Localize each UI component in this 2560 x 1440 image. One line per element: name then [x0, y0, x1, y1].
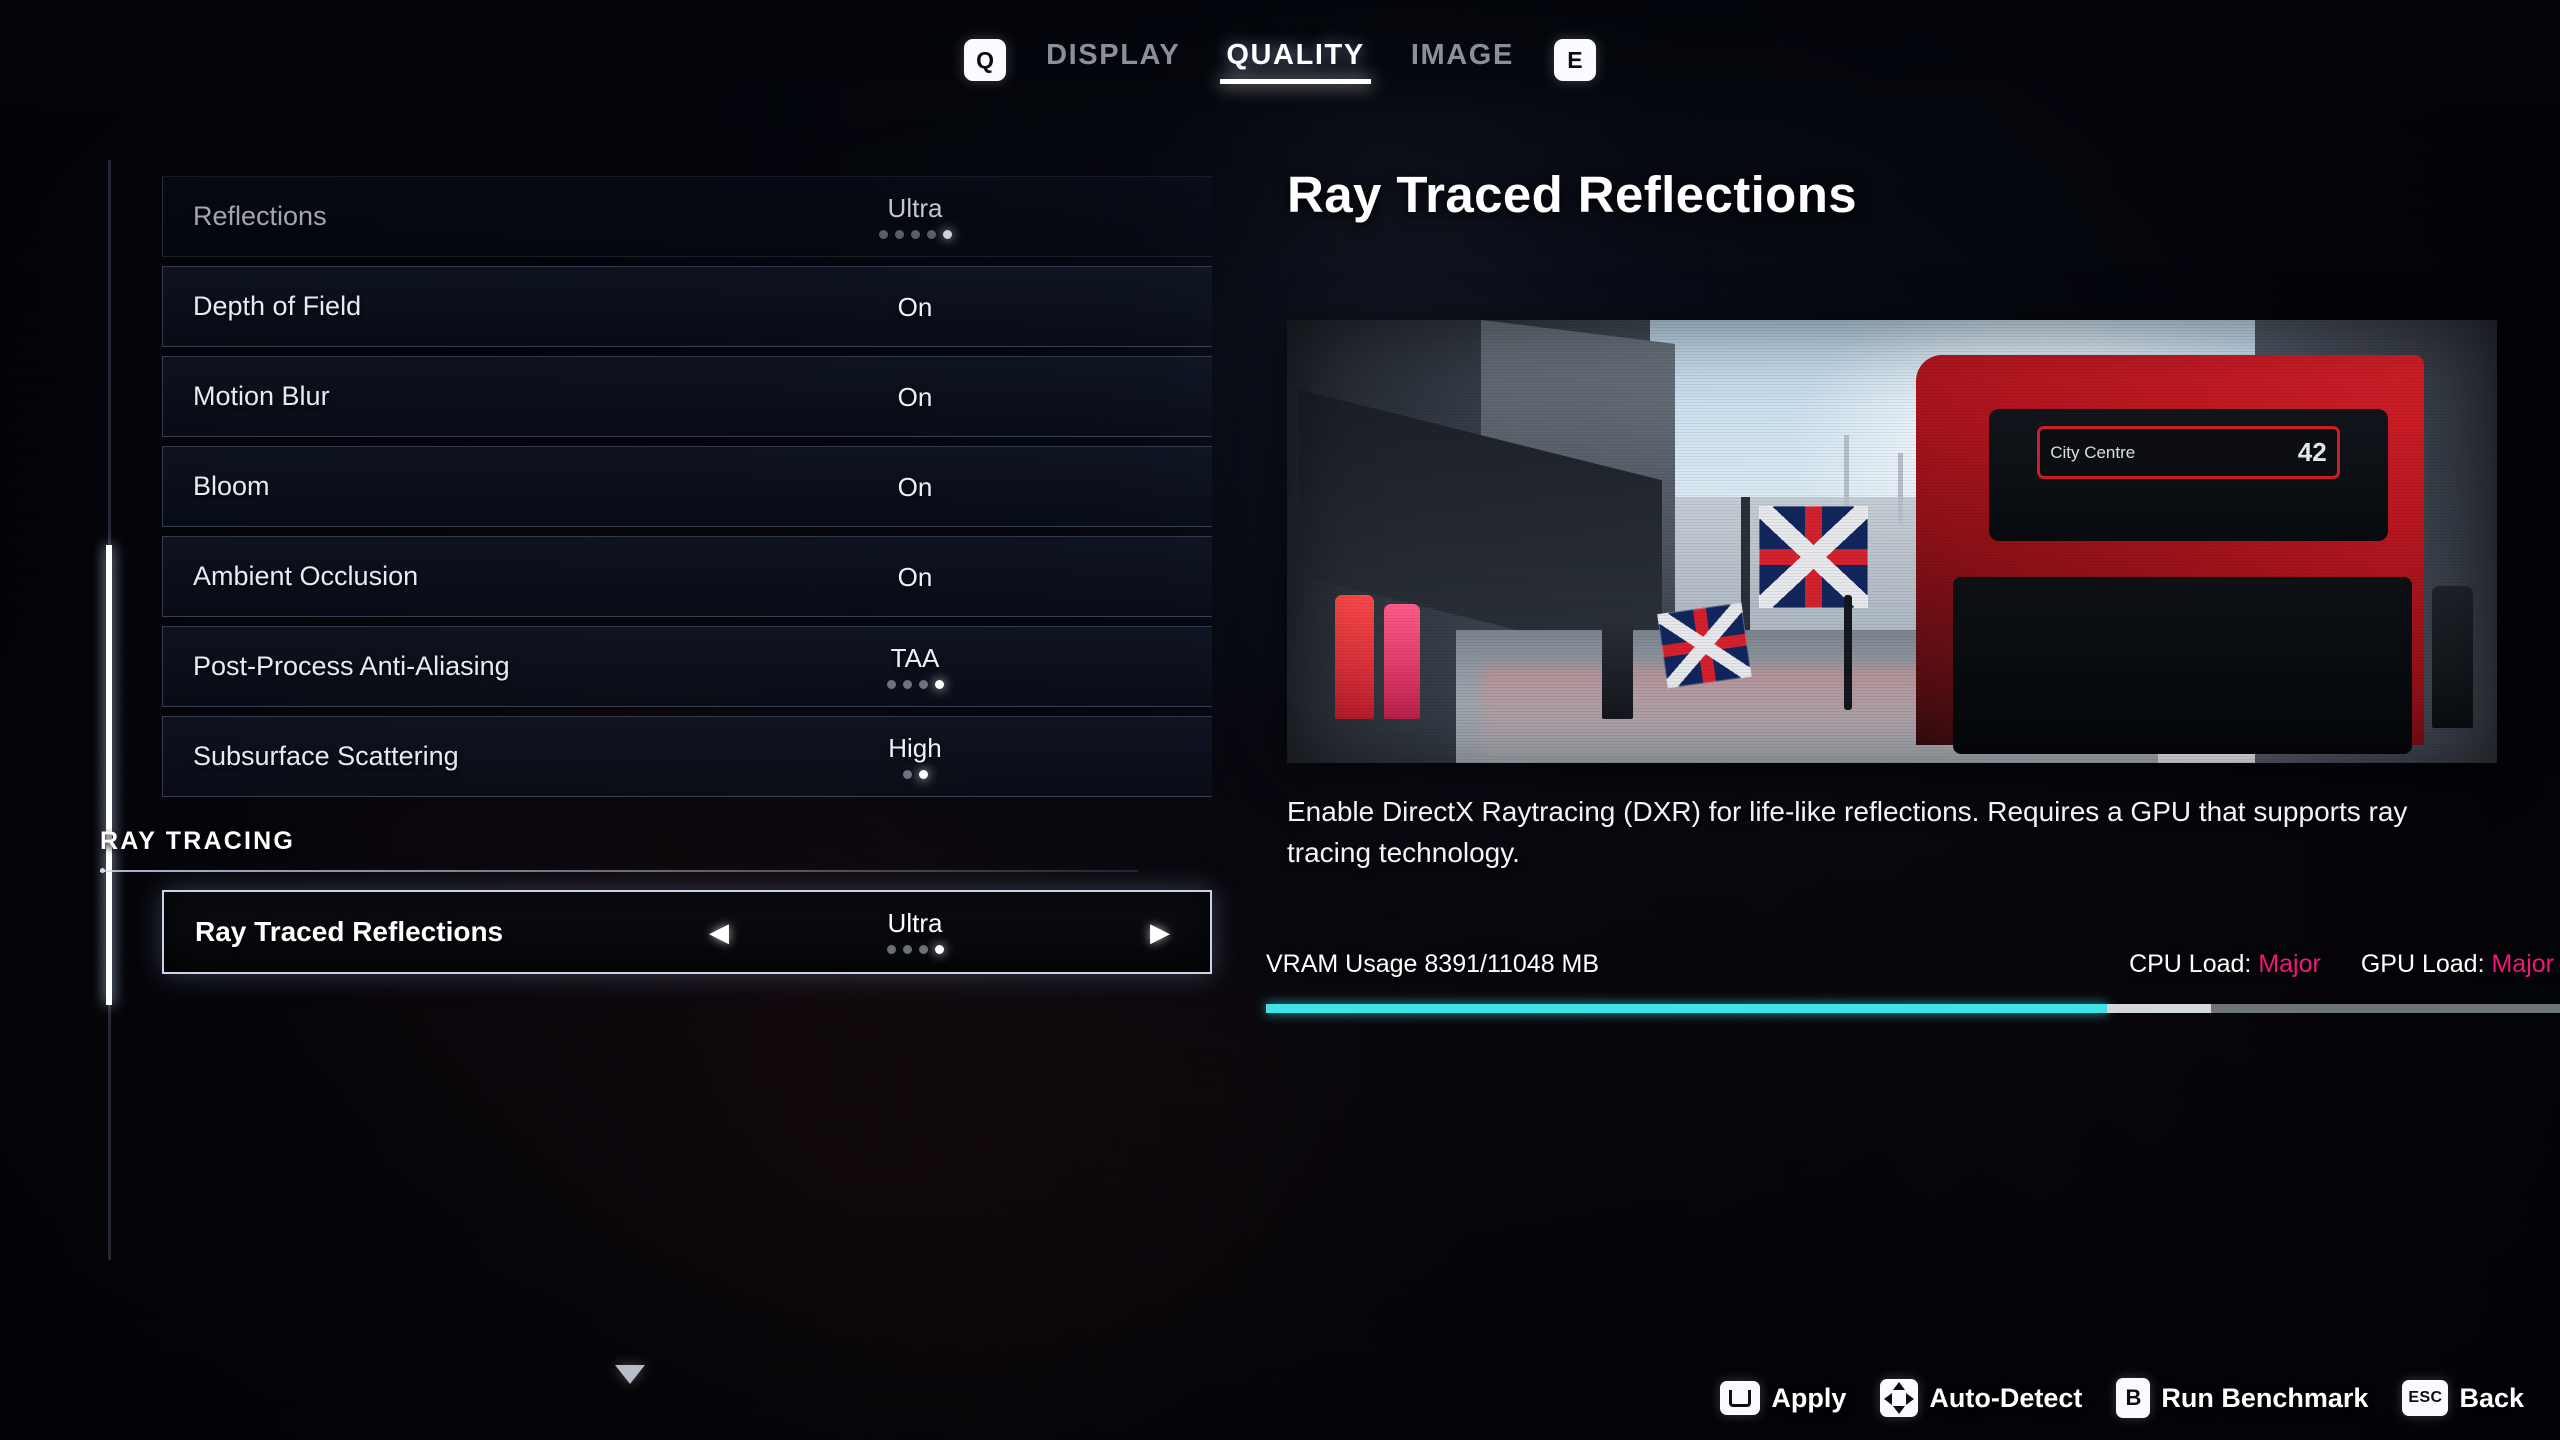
gpu-load: GPU Load: Major: [2361, 950, 2554, 979]
detail-description: Enable DirectX Raytracing (DXR) for life…: [1287, 796, 2408, 868]
action-auto-detect[interactable]: Auto-Detect: [1880, 1379, 2082, 1417]
detail-title: Ray Traced Reflections: [1287, 166, 1858, 223]
setting-label: Ray Traced Reflections: [195, 916, 504, 947]
action-label: Run Benchmark: [2161, 1382, 2369, 1413]
section-header-ray-tracing: RAY TRACING: [100, 827, 296, 855]
section-divider: [100, 870, 1138, 872]
setting-level-dots: [902, 769, 928, 779]
setting-label: Post-Process Anti-Aliasing: [193, 651, 510, 681]
setting-value-group: On: [162, 447, 1212, 526]
setting-label: Depth of Field: [193, 291, 362, 321]
setting-label: Reflections: [193, 201, 327, 231]
cpu-load-value: Major: [2258, 950, 2321, 978]
action-label: Auto-Detect: [1929, 1382, 2083, 1413]
footer-action-bar: Apply Auto-Detect B Run Benchmark ESC Ba…: [1720, 1378, 2524, 1418]
action-back[interactable]: ESC Back: [2402, 1380, 2524, 1416]
vram-usage-bar: [1266, 1004, 2560, 1013]
action-apply[interactable]: Apply: [1720, 1381, 1846, 1415]
setting-row-ambient-occlusion[interactable]: Ambient Occlusion On: [162, 536, 1212, 617]
setting-value: On: [897, 471, 933, 502]
setting-value: On: [897, 291, 933, 322]
cpu-load-label: CPU Load:: [2129, 950, 2252, 978]
vram-reserved-segment: [2107, 1004, 2211, 1013]
setting-row-reflections[interactable]: Reflections Ultra: [162, 176, 1212, 257]
tab-image[interactable]: IMAGE: [1405, 35, 1520, 86]
cpu-load: CPU Load: Major: [2129, 950, 2321, 979]
setting-row-depth-of-field[interactable]: Depth of Field On: [162, 266, 1212, 347]
scroll-down-indicator[interactable]: [0, 1365, 1260, 1384]
gpu-load-value: Major: [2491, 950, 2554, 978]
setting-level-dots: [886, 945, 944, 954]
setting-label: Ambient Occlusion: [193, 561, 419, 591]
decrease-value-arrow-icon[interactable]: ◀: [709, 919, 729, 945]
b-key-icon: B: [2116, 1378, 2151, 1418]
esc-key-icon: ESC: [2402, 1380, 2449, 1416]
triangle-down-icon: [615, 1365, 645, 1384]
increase-value-arrow-icon[interactable]: ▶: [1150, 919, 1170, 945]
setting-value: Ultra: [887, 908, 943, 938]
enter-key-icon: [1720, 1381, 1761, 1415]
next-tab-key-hint[interactable]: E: [1553, 39, 1596, 81]
settings-list-pane: Reflections Ultra Depth of Field On Moti…: [0, 120, 1260, 1440]
action-label: Apply: [1771, 1382, 1847, 1413]
performance-stats: VRAM Usage 8391/11048 MB CPU Load: Major…: [1266, 950, 2560, 979]
action-run-benchmark[interactable]: B Run Benchmark: [2116, 1378, 2368, 1418]
tab-display[interactable]: DISPLAY: [1040, 35, 1186, 86]
setting-value: On: [897, 381, 933, 412]
setting-label: Bloom: [193, 471, 270, 501]
setting-level-dots: [886, 679, 944, 689]
setting-label: Subsurface Scattering: [193, 741, 459, 771]
auto-detect-icon: [1880, 1379, 1919, 1417]
tab-quality[interactable]: QUALITY: [1220, 35, 1372, 86]
action-label: Back: [2459, 1382, 2524, 1413]
gpu-load-label: GPU Load:: [2360, 950, 2485, 978]
settings-rows: Reflections Ultra Depth of Field On Moti…: [100, 176, 1212, 983]
vram-used-segment: [1266, 1004, 2108, 1013]
settings-tab-bar: Q DISPLAY QUALITY IMAGE E: [0, 0, 2560, 120]
setting-value: Ultra: [887, 192, 943, 223]
settings-scrollbar-thumb[interactable]: [106, 545, 112, 1005]
setting-row-motion-blur[interactable]: Motion Blur On: [162, 356, 1212, 437]
setting-row-subsurface-scattering[interactable]: Subsurface Scattering High: [162, 716, 1212, 797]
setting-value: TAA: [890, 642, 940, 673]
prev-tab-key-hint[interactable]: Q: [964, 39, 1007, 81]
setting-label: Motion Blur: [193, 381, 330, 411]
load-indicators: CPU Load: Major GPU Load: Major: [2129, 950, 2560, 979]
vram-usage-text: VRAM Usage 8391/11048 MB: [1266, 950, 1600, 978]
setting-row-ray-traced-reflections[interactable]: Ray Traced Reflections ◀ Ultra ▶: [162, 890, 1212, 974]
setting-value: On: [897, 561, 933, 592]
detail-pane: Ray Traced Reflections City Centre 42: [1260, 120, 2560, 1440]
setting-preview-image: City Centre 42: [1287, 320, 2497, 763]
setting-value: High: [888, 732, 942, 763]
setting-row-post-process-anti-aliasing[interactable]: Post-Process Anti-Aliasing TAA: [162, 626, 1212, 707]
setting-row-bloom[interactable]: Bloom On: [162, 446, 1212, 527]
setting-level-dots: [878, 229, 952, 239]
vram-free-segment: [2210, 1004, 2560, 1013]
